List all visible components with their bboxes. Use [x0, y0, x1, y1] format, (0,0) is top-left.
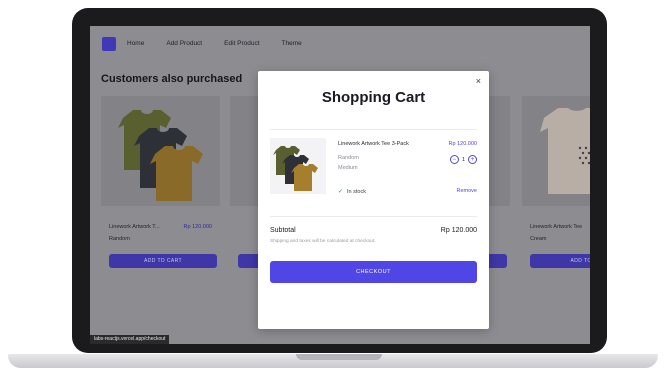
browser-screen: Home Add Product Edit Product Theme Cust…: [90, 26, 590, 344]
product-variant: Random: [109, 236, 130, 242]
cart-item-image[interactable]: [270, 138, 326, 194]
cart-item-size: Medium: [338, 165, 358, 171]
shipping-note: Shipping and taxes will be calculated at…: [270, 239, 376, 244]
stock-status: ✓ In stock: [338, 188, 366, 196]
add-to-cart-button[interactable]: ADD TO CART: [109, 254, 217, 268]
modal-title: Shopping Cart: [321, 89, 426, 106]
subtotal-value: Rp 120.000: [440, 227, 477, 234]
logo-icon[interactable]: [102, 37, 116, 51]
close-icon[interactable]: ×: [476, 76, 481, 86]
check-icon: ✓: [338, 189, 344, 195]
divider: [270, 216, 477, 217]
cart-item-name: Linework Artwork Tee 3-Pack: [338, 141, 409, 147]
add-to-cart-button[interactable]: ADD TO C: [530, 254, 590, 268]
subtotal-label: Subtotal: [270, 227, 296, 234]
section-title: Customers also purchased: [101, 73, 243, 85]
laptop-notch: [296, 354, 382, 360]
remove-button[interactable]: Remove: [457, 188, 477, 194]
checkout-button[interactable]: CHECKOUT: [270, 261, 477, 283]
shopping-cart-modal: × Shopping Cart Linework Artwork Tee 3-P…: [258, 71, 489, 329]
product-price: Rp 120.000: [183, 224, 212, 230]
nav-theme[interactable]: Theme: [282, 40, 302, 47]
cart-item-color: Random: [338, 155, 359, 161]
product-card: Linework Artwork T... Rp 120.000 Random …: [101, 96, 220, 279]
product-image[interactable]: [101, 96, 220, 206]
stock-label: In stock: [347, 188, 366, 195]
quantity-value: 1: [461, 156, 465, 163]
product-card: Linework Artwork Tee Cream ADD TO C: [522, 96, 590, 279]
cart-item-price: Rp 120.000: [448, 141, 477, 147]
nav-home[interactable]: Home: [127, 40, 144, 47]
status-url: labs-reactjs.vercel.app/checkout: [90, 335, 170, 344]
nav-add-product[interactable]: Add Product: [166, 40, 202, 47]
nav-edit-product[interactable]: Edit Product: [224, 40, 259, 47]
increase-quantity-button[interactable]: +: [468, 155, 477, 164]
product-name: Linework Artwork T...: [109, 224, 160, 230]
product-variant: Cream: [530, 236, 547, 242]
product-name: Linework Artwork Tee: [530, 224, 583, 230]
decrease-quantity-button[interactable]: −: [449, 155, 459, 164]
product-image[interactable]: [522, 96, 590, 206]
top-nav: Home Add Product Edit Product Theme: [90, 26, 590, 62]
quantity-stepper: − 1 +: [449, 155, 477, 164]
divider: [270, 129, 477, 130]
